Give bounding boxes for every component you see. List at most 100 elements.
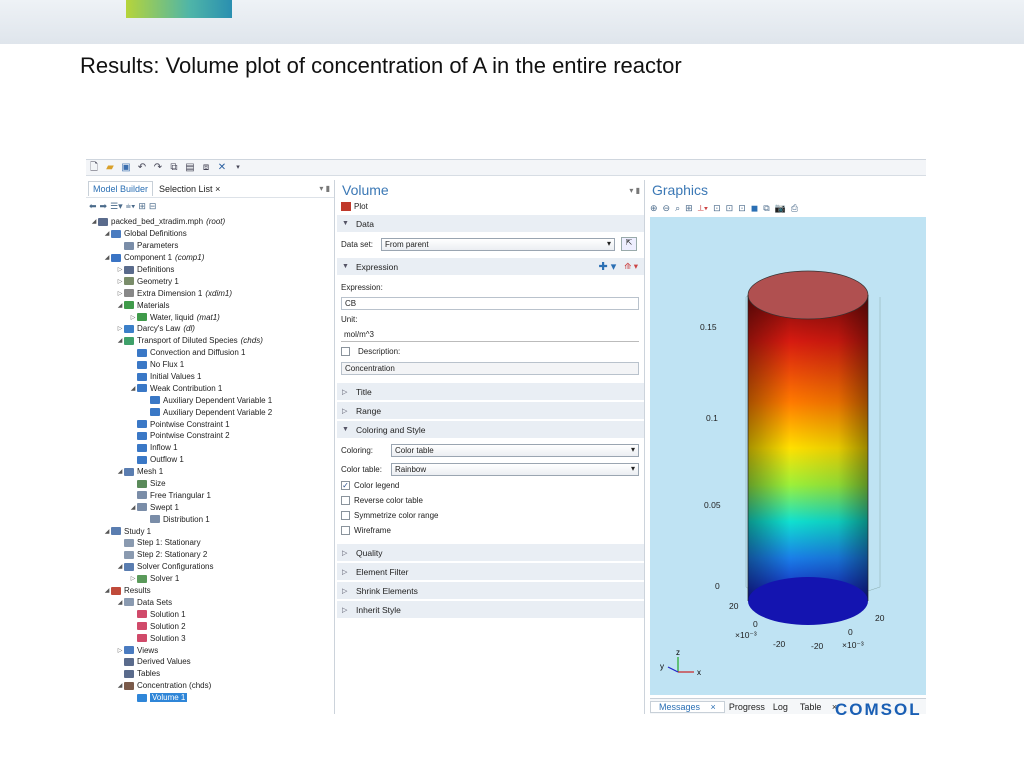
close-icon[interactable]: ×: [707, 702, 720, 712]
tree-node[interactable]: Distribution 1: [86, 513, 334, 525]
section-expression[interactable]: ▼ Expression ✚ ▾ ⟰ ▾: [337, 258, 644, 275]
tab-progress[interactable]: Progress: [725, 702, 769, 712]
tree-node[interactable]: ◢ Results: [86, 585, 334, 597]
expand-toggle-icon[interactable]: ◢: [116, 337, 124, 344]
tree-node[interactable]: Solution 3: [86, 632, 334, 644]
expand-icon[interactable]: ⊞: [138, 201, 146, 212]
zoom-box-icon[interactable]: ⌕: [675, 203, 680, 214]
tree-node[interactable]: Step 1: Stationary: [86, 537, 334, 549]
option-checkbox[interactable]: ✓: [341, 481, 350, 490]
expand-toggle-icon[interactable]: ◢: [90, 218, 98, 225]
graphics-canvas[interactable]: 0.15 0.1 0.05 0 20 0 ×10⁻³ -20 -20 0 ×10…: [650, 217, 926, 695]
expand-toggle-icon[interactable]: ▷: [129, 575, 137, 582]
tree-node[interactable]: ◢ Transport of Diluted Species (chds): [86, 335, 334, 347]
tree-node[interactable]: Derived Values: [86, 656, 334, 668]
tree-node[interactable]: Pointwise Constraint 1: [86, 418, 334, 430]
expand-toggle-icon[interactable]: ◢: [103, 254, 111, 261]
tree-node[interactable]: Auxiliary Dependent Variable 1: [86, 394, 334, 406]
view-yz-icon[interactable]: ⊡: [726, 203, 734, 214]
show-icon[interactable]: ☰▾: [110, 201, 123, 212]
tab-messages[interactable]: Messages ×: [650, 701, 725, 713]
option-checkbox[interactable]: [341, 526, 350, 535]
tree-node[interactable]: ◢ Mesh 1: [86, 466, 334, 478]
expand-toggle-icon[interactable]: ◢: [103, 528, 111, 535]
copy-icon[interactable]: ⧉: [168, 161, 180, 175]
save-icon[interactable]: ▣: [120, 161, 132, 175]
tree-node[interactable]: ◢ Weak Contribution 1: [86, 382, 334, 394]
tree-node[interactable]: ▷ Water, liquid (mat1): [86, 311, 334, 323]
expand-toggle-icon[interactable]: ◢: [116, 563, 124, 570]
tree-node[interactable]: ◢ Study 1: [86, 525, 334, 537]
tree-node[interactable]: ◢ packed_bed_xtradim.mph (root): [86, 216, 334, 228]
tree-node[interactable]: Tables: [86, 668, 334, 680]
tree-node[interactable]: Volume 1: [86, 692, 334, 704]
tree-node[interactable]: Pointwise Constraint 2: [86, 430, 334, 442]
expand-toggle-icon[interactable]: ◢: [116, 599, 124, 606]
description-input[interactable]: Concentration: [341, 361, 639, 375]
plot-button[interactable]: Plot: [337, 200, 644, 213]
tree-node[interactable]: Outflow 1: [86, 454, 334, 466]
expand-toggle-icon[interactable]: ◢: [103, 587, 111, 594]
section-collapsed[interactable]: ▷ Element Filter: [337, 563, 644, 580]
paste-icon[interactable]: ▤: [184, 161, 196, 175]
new-icon[interactable]: 🗋: [88, 161, 100, 175]
expand-toggle-icon[interactable]: ◢: [116, 302, 124, 309]
tree-node[interactable]: Parameters: [86, 240, 334, 252]
axis-icon[interactable]: ⟂▾: [698, 203, 708, 214]
back-icon[interactable]: ⬅: [89, 201, 97, 212]
expand-toggle-icon[interactable]: ◢: [103, 230, 111, 237]
expression-input[interactable]: CB: [341, 296, 639, 310]
color-table-select[interactable]: Rainbow: [391, 462, 639, 476]
collapse-icon[interactable]: ⩧▾: [126, 201, 136, 212]
tree-node[interactable]: ◢ Solver Configurations: [86, 561, 334, 573]
tree-node[interactable]: Convection and Diffusion 1: [86, 347, 334, 359]
expand-toggle-icon[interactable]: ▷: [116, 290, 124, 297]
tree-node[interactable]: No Flux 1: [86, 359, 334, 371]
tree-node[interactable]: ◢ Component 1 (comp1): [86, 252, 334, 264]
delete-icon[interactable]: ✕: [216, 161, 228, 175]
expand-toggle-icon[interactable]: ◢: [116, 468, 124, 475]
print-icon[interactable]: ⎙: [791, 203, 798, 214]
section-data[interactable]: ▼ Data: [337, 215, 644, 232]
section-collapsed[interactable]: ▷ Quality: [337, 544, 644, 561]
expand-toggle-icon[interactable]: ▷: [116, 325, 124, 332]
tree-node[interactable]: ▷ Definitions: [86, 264, 334, 276]
forward-icon[interactable]: ➡: [100, 201, 108, 212]
dropdown-icon[interactable]: ▾: [232, 161, 244, 175]
section-collapsed[interactable]: ▷ Inherit Style: [337, 601, 644, 618]
zoom-out-icon[interactable]: ⊖: [663, 203, 671, 214]
redo-icon[interactable]: ↷: [152, 161, 164, 175]
pin-icon[interactable]: ▾ ▮: [629, 186, 644, 195]
pin-icon[interactable]: ▾ ▮: [319, 184, 334, 193]
view-xy-icon[interactable]: ⊡: [713, 203, 721, 214]
add-icon[interactable]: ✚ ▾: [598, 260, 616, 273]
option-checkbox[interactable]: [341, 496, 350, 505]
tree-node[interactable]: ▷ Geometry 1: [86, 275, 334, 287]
tree-node[interactable]: ◢ Swept 1: [86, 501, 334, 513]
zoom-extents-icon[interactable]: ⊞: [685, 203, 693, 214]
expand-toggle-icon[interactable]: ▷: [129, 314, 137, 321]
go-to-source-icon[interactable]: ⇱: [621, 237, 637, 251]
close-icon[interactable]: ×: [215, 184, 220, 194]
description-checkbox[interactable]: [341, 346, 350, 356]
tree-node[interactable]: Step 2: Stationary 2: [86, 549, 334, 561]
expand-toggle-icon[interactable]: ◢: [129, 504, 137, 511]
tree-node[interactable]: ▷ Solver 1: [86, 573, 334, 585]
tree-node[interactable]: Solution 1: [86, 608, 334, 620]
duplicate-icon[interactable]: ⧈: [200, 161, 212, 175]
tree-node[interactable]: Size: [86, 478, 334, 490]
section-range[interactable]: ▷ Range: [337, 402, 644, 419]
tree-node[interactable]: ◢ Concentration (chds): [86, 680, 334, 692]
section-coloring[interactable]: ▼ Coloring and Style: [337, 421, 644, 438]
tab-selection-list[interactable]: Selection List ×: [155, 182, 224, 196]
section-title[interactable]: ▷ Title: [337, 383, 644, 400]
option-checkbox[interactable]: [341, 511, 350, 520]
tree-node[interactable]: ▷ Views: [86, 644, 334, 656]
expand-toggle-icon[interactable]: ▷: [116, 266, 124, 273]
expand-toggle-icon[interactable]: ◢: [129, 385, 137, 392]
expand-toggle-icon[interactable]: ◢: [116, 682, 124, 689]
zoom-in-icon[interactable]: ⊕: [650, 203, 658, 214]
scene-light-icon[interactable]: ◼: [751, 203, 758, 214]
tree-node[interactable]: ▷ Darcy's Law (dl): [86, 323, 334, 335]
tree-node[interactable]: ▷ Extra Dimension 1 (xdim1): [86, 287, 334, 299]
